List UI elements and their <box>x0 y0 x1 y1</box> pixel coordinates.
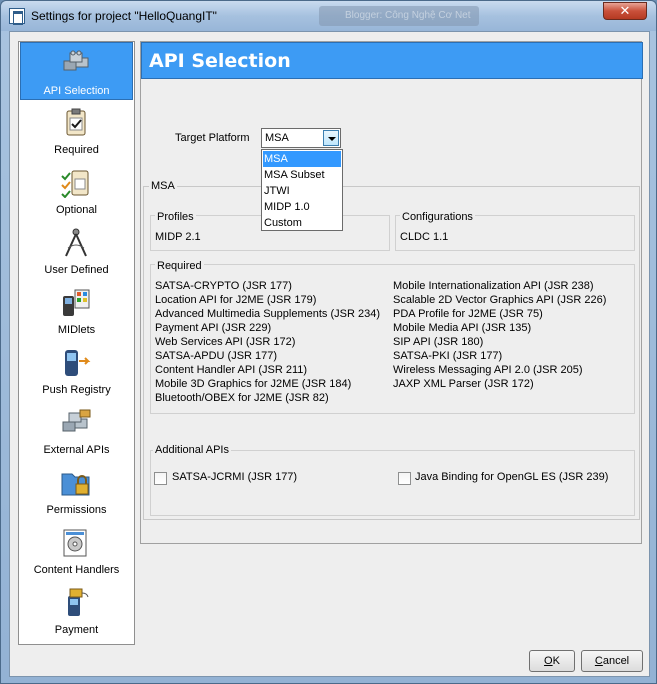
clipboard-icon <box>66 108 86 136</box>
sidebar-item-label: Optional <box>56 204 97 216</box>
platform-option-jtwi[interactable]: JTWI <box>263 183 341 199</box>
puzzle-blocks-icon <box>63 50 89 71</box>
close-icon: ✕ <box>619 3 631 18</box>
folder-lock-icon <box>61 473 90 496</box>
required-api-item: Content Handler API (JSR 211) <box>155 364 308 376</box>
msa-group: MSA Profiles MIDP 2.1 Configurations CLD… <box>143 180 640 520</box>
phone-push-icon <box>65 350 91 376</box>
required-api-item: JAXP XML Parser (JSR 172) <box>393 378 534 390</box>
sidebar-item-label: Payment <box>54 624 99 636</box>
cancel-button[interactable]: Cancel <box>581 650 643 672</box>
document-disc-icon <box>63 529 87 557</box>
sidebar-item-optional[interactable]: Optional <box>20 162 133 220</box>
platform-option-custom[interactable]: Custom <box>263 215 341 231</box>
required-api-item: Advanced Multimedia Supplements (JSR 234… <box>155 308 381 320</box>
close-button[interactable]: ✕ <box>603 2 647 20</box>
panel-title: API Selection <box>149 50 291 72</box>
configurations-title: Configurations <box>400 211 475 223</box>
opengl-es-checkbox[interactable] <box>398 472 411 485</box>
satsa-jcrmi-label[interactable]: SATSA-JCRMI (JSR 177) <box>172 471 297 483</box>
sidebar-item-required[interactable]: Required <box>20 102 133 160</box>
ok-label-rest: K <box>552 655 560 667</box>
platform-option-msa[interactable]: MSA <box>263 151 341 167</box>
required-api-item: Payment API (JSR 229) <box>155 322 272 334</box>
sidebar-item-api-selection[interactable]: API Selection <box>20 42 133 100</box>
sidebar-item-midlets[interactable]: MIDlets <box>20 282 133 340</box>
phone-payment-icon <box>68 588 89 616</box>
additional-apis-box: Additional APIs SATSA-JCRMI (JSR 177) Ja… <box>150 444 635 516</box>
checklist-icon <box>61 170 89 198</box>
target-platform-value: MSA <box>265 132 289 144</box>
required-api-item: Web Services API (JSR 172) <box>155 336 296 348</box>
sidebar-item-payment[interactable]: Payment <box>20 582 133 640</box>
platform-option-midp-1[interactable]: MIDP 1.0 <box>263 199 341 215</box>
sidebar-item-label: External APIs <box>43 444 110 456</box>
required-api-item: PDA Profile for J2ME (JSR 75) <box>393 308 543 320</box>
category-sidebar: API Selection Required Optional User Def… <box>18 41 135 645</box>
required-api-item: Bluetooth/OBEX for J2ME (JSR 82) <box>155 392 329 404</box>
window-title: Settings for project "HelloQuangIT" <box>31 9 217 23</box>
sidebar-item-label: Permissions <box>46 504 107 516</box>
sidebar-item-content-handlers[interactable]: Content Handlers <box>20 522 133 580</box>
sidebar-item-label: Required <box>54 144 99 156</box>
title-bar[interactable]: Settings for project "HelloQuangIT" Blog… <box>1 1 656 31</box>
target-platform-label: Target Platform <box>175 132 250 144</box>
required-api-item: SATSA-PKI (JSR 177) <box>393 350 503 362</box>
sidebar-item-user-defined[interactable]: User Defined <box>20 222 133 280</box>
ok-button[interactable]: OK <box>529 650 575 672</box>
target-platform-select[interactable]: MSA <box>261 128 341 148</box>
required-api-item: SATSA-CRYPTO (JSR 177) <box>155 280 292 292</box>
required-api-item: Location API for J2ME (JSR 179) <box>155 294 317 306</box>
required-api-item: Mobile Media API (JSR 135) <box>393 322 532 334</box>
phone-apps-icon <box>63 289 90 316</box>
sidebar-item-label: Content Handlers <box>33 564 120 576</box>
profiles-value: MIDP 2.1 <box>155 231 201 243</box>
additional-apis-title: Additional APIs <box>153 444 231 456</box>
panel-header: API Selection <box>141 42 643 79</box>
sidebar-item-label: MIDlets <box>57 324 96 336</box>
required-box: Required SATSA-CRYPTO (JSR 177) Location… <box>150 260 635 414</box>
configurations-box: Configurations CLDC 1.1 <box>395 211 635 251</box>
required-api-item: SIP API (JSR 180) <box>393 336 484 348</box>
required-api-item: Mobile 3D Graphics for J2ME (JSR 184) <box>155 378 352 390</box>
background-window-tab: Blogger: Công Nghệ Cơ Net <box>319 6 479 26</box>
cancel-mnemonic: C <box>594 655 603 667</box>
sidebar-item-label: User Defined <box>44 264 109 276</box>
compass-icon <box>65 228 87 257</box>
required-api-item: Wireless Messaging API 2.0 (JSR 205) <box>393 364 583 376</box>
msa-group-title: MSA <box>149 180 177 192</box>
required-api-item: SATSA-APDU (JSR 177) <box>155 350 278 362</box>
opengl-es-label[interactable]: Java Binding for OpenGL ES (JSR 239) <box>415 471 608 483</box>
dialog-client-area: API Selection Required Optional User Def… <box>9 31 650 677</box>
required-title: Required <box>155 260 204 272</box>
sidebar-item-label: Push Registry <box>42 384 111 396</box>
configurations-value: CLDC 1.1 <box>400 231 449 243</box>
platform-option-msa-subset[interactable]: MSA Subset <box>263 167 341 183</box>
ok-mnemonic: O <box>544 655 553 667</box>
required-api-item: Scalable 2D Vector Graphics API (JSR 226… <box>393 294 607 306</box>
chevron-down-icon[interactable] <box>323 130 339 146</box>
satsa-jcrmi-checkbox[interactable] <box>154 472 167 485</box>
app-window-icon <box>9 8 25 25</box>
required-api-item: Mobile Internationalization API (JSR 238… <box>393 280 594 292</box>
sidebar-item-external-apis[interactable]: External APIs <box>20 402 133 460</box>
settings-window: Settings for project "HelloQuangIT" Blog… <box>0 0 657 684</box>
external-blocks-icon <box>62 409 91 432</box>
sidebar-item-permissions[interactable]: Permissions <box>20 462 133 520</box>
cancel-label-rest: ancel <box>602 655 630 667</box>
sidebar-item-push-registry[interactable]: Push Registry <box>20 342 133 400</box>
background-window-title: Blogger: Công Nghệ Cơ Net <box>345 10 471 21</box>
sidebar-item-label: API Selection <box>43 85 110 97</box>
profiles-title: Profiles <box>155 211 196 223</box>
target-platform-dropdown[interactable]: MSA MSA Subset JTWI MIDP 1.0 Custom <box>261 149 343 231</box>
